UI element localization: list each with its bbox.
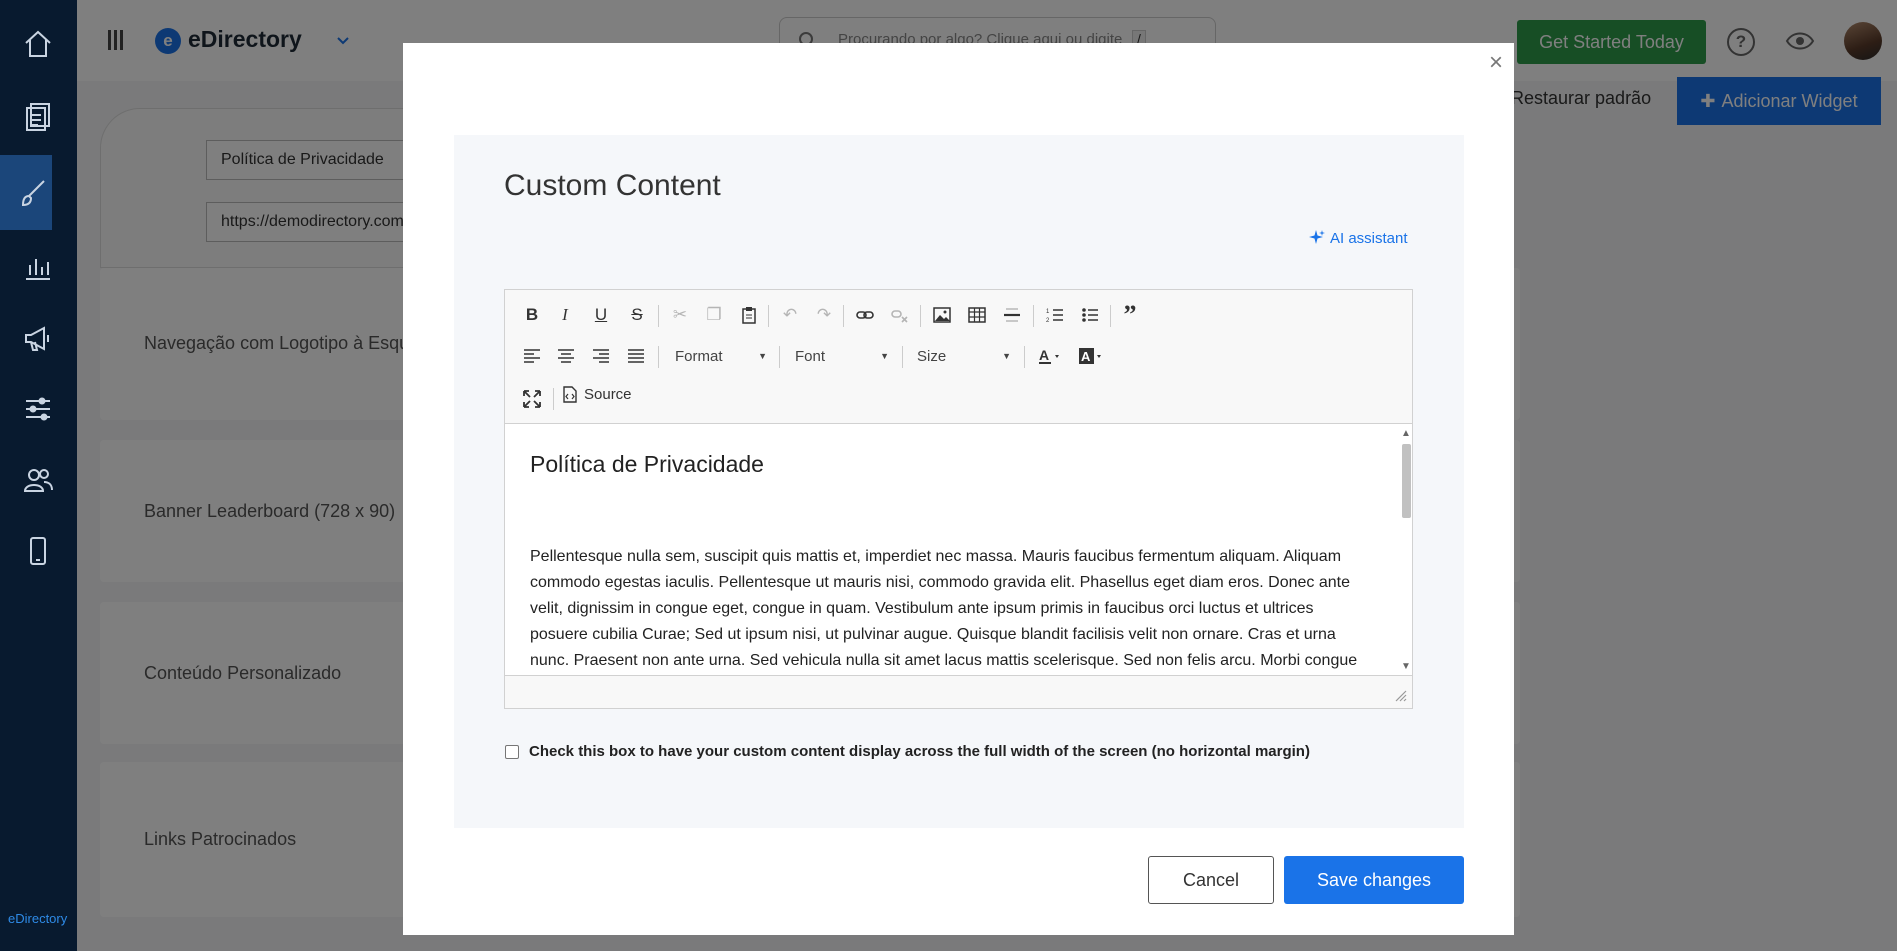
caret-down-icon: ▼	[1002, 351, 1011, 361]
sparkle-icon	[1309, 230, 1325, 244]
paste-icon[interactable]	[736, 302, 762, 328]
sidebar-brand: eDirectory	[8, 911, 68, 926]
text-color-icon[interactable]: A	[1034, 343, 1066, 369]
ai-assistant-link[interactable]: AI assistant	[1308, 229, 1408, 247]
source-button[interactable]: Source	[562, 386, 632, 403]
strikethrough-icon[interactable]: S	[624, 302, 650, 328]
numbered-list-icon[interactable]: 12	[1042, 302, 1068, 328]
image-icon[interactable]	[929, 302, 955, 328]
horizontal-line-icon[interactable]	[999, 302, 1025, 328]
svg-text:A: A	[1039, 347, 1049, 363]
megaphone-icon[interactable]	[18, 318, 58, 358]
align-right-icon[interactable]	[588, 343, 614, 369]
format-select[interactable]: Format ▼	[667, 343, 771, 369]
save-changes-button[interactable]: Save changes	[1284, 856, 1464, 904]
background-color-icon[interactable]: A	[1075, 343, 1107, 369]
toolbar-separator	[1033, 305, 1034, 327]
scroll-down-icon[interactable]: ▼	[1401, 661, 1411, 672]
toolbar-separator	[902, 346, 903, 368]
copy-icon[interactable]: ❐	[701, 302, 727, 328]
align-center-icon[interactable]	[553, 343, 579, 369]
bold-icon[interactable]: B	[519, 302, 545, 328]
cancel-button[interactable]: Cancel	[1148, 856, 1274, 904]
font-select[interactable]: Font ▼	[787, 343, 893, 369]
modal-title: Custom Content	[504, 169, 721, 202]
table-icon[interactable]	[964, 302, 990, 328]
close-icon[interactable]: ×	[1486, 50, 1506, 76]
toolbar-separator	[843, 305, 844, 327]
toolbar-separator	[779, 346, 780, 368]
pages-icon[interactable]	[18, 96, 58, 136]
resize-grip-icon[interactable]	[1395, 690, 1407, 702]
mobile-icon[interactable]	[18, 531, 58, 571]
toolbar-separator	[553, 388, 554, 410]
link-icon[interactable]	[852, 302, 878, 328]
italic-icon[interactable]: I	[552, 302, 578, 328]
toolbar-separator	[658, 346, 659, 368]
toolbar-separator	[920, 305, 921, 327]
blockquote-icon[interactable]: ”	[1117, 300, 1143, 329]
toolbar-separator	[1110, 305, 1111, 327]
font-select-label: Font	[795, 347, 826, 365]
brush-icon[interactable]	[0, 155, 52, 230]
maximize-icon[interactable]	[519, 386, 545, 412]
chart-icon[interactable]	[18, 247, 58, 287]
content-paragraph[interactable]: Pellentesque nulla sem, suscipit quis ma…	[530, 544, 1375, 674]
redo-icon[interactable]: ↷	[811, 302, 837, 328]
toolbar-separator	[1024, 346, 1025, 368]
format-select-label: Format	[675, 347, 723, 365]
sliders-icon[interactable]	[18, 389, 58, 429]
full-width-label[interactable]: Check this box to have your custom conte…	[529, 743, 1310, 760]
unlink-icon[interactable]	[887, 302, 913, 328]
svg-text:A: A	[1081, 349, 1091, 364]
full-width-checkbox[interactable]	[505, 745, 519, 759]
undo-icon[interactable]: ↶	[777, 302, 803, 328]
caret-down-icon: ▼	[758, 351, 767, 361]
users-icon[interactable]	[18, 460, 58, 500]
scroll-thumb[interactable]	[1402, 444, 1411, 518]
size-select-label: Size	[917, 347, 947, 365]
caret-down-icon: ▼	[880, 351, 889, 361]
ai-assistant-label: AI assistant	[1330, 229, 1408, 247]
size-select[interactable]: Size ▼	[909, 343, 1015, 369]
toolbar-separator	[658, 305, 659, 327]
align-left-icon[interactable]	[519, 343, 545, 369]
bulleted-list-icon[interactable]	[1077, 302, 1103, 328]
toolbar-separator	[768, 305, 769, 327]
content-heading[interactable]: Política de Privacidade	[530, 451, 764, 478]
source-label: Source	[584, 386, 632, 403]
svg-text:1: 1	[1046, 309, 1050, 315]
justify-icon[interactable]	[623, 343, 649, 369]
source-icon	[563, 386, 577, 403]
home-icon[interactable]	[18, 24, 58, 64]
cut-icon[interactable]: ✂	[667, 302, 693, 328]
scroll-up-icon[interactable]: ▲	[1401, 428, 1411, 439]
underline-icon[interactable]: U	[588, 302, 614, 328]
svg-text:2: 2	[1046, 318, 1050, 324]
editor-status-bar	[505, 675, 1412, 708]
